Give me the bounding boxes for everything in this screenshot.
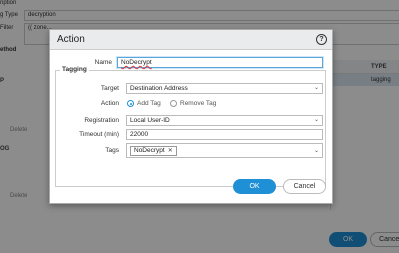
ok-button[interactable]: OK [233,179,276,194]
dialog-title: Action [57,34,85,45]
remove-tag-radio[interactable] [170,100,177,107]
name-label: Name [94,59,112,66]
add-tag-label[interactable]: Add Tag [137,100,161,107]
name-value: NoDecrypt [121,59,152,66]
target-value: Destination Address [130,85,188,92]
cancel-button[interactable]: Cancel [283,179,326,194]
help-icon[interactable]: ? [316,34,327,45]
remove-tag-label[interactable]: Remove Tag [180,100,216,107]
action-label: Action [100,100,119,107]
tags-label: Tags [105,147,119,154]
registration-label: Registration [84,117,119,124]
tag-chip-label: NoDecrypt [134,147,165,154]
chevron-down-icon[interactable]: ⌄ [314,147,319,154]
chevron-down-icon: ⌄ [313,117,319,123]
tags-input[interactable]: NoDecrypt ✕ ⌄ [126,143,323,158]
tagging-legend: Tagging [60,66,89,73]
dialog-header: Action ? [50,30,332,50]
tag-chip: NoDecrypt ✕ [130,146,177,156]
tagging-fieldset: Tagging Target Destination Address ⌄ Act… [55,66,326,187]
name-input[interactable]: NoDecrypt [117,57,323,68]
target-label: Target [100,85,119,92]
timeout-value: 22000 [130,131,149,138]
remove-tag-icon[interactable]: ✕ [168,148,173,154]
add-tag-radio[interactable] [127,100,134,107]
target-select[interactable]: Destination Address ⌄ [126,83,323,94]
registration-value: Local User-ID [130,117,170,124]
action-dialog: Action ? Name NoDecrypt Tagging Target D… [49,29,333,204]
registration-select[interactable]: Local User-ID ⌄ [126,115,323,126]
timeout-input[interactable]: 22000 [126,129,323,140]
chevron-down-icon: ⌄ [313,85,319,91]
timeout-label: Timeout (min) [79,131,119,138]
